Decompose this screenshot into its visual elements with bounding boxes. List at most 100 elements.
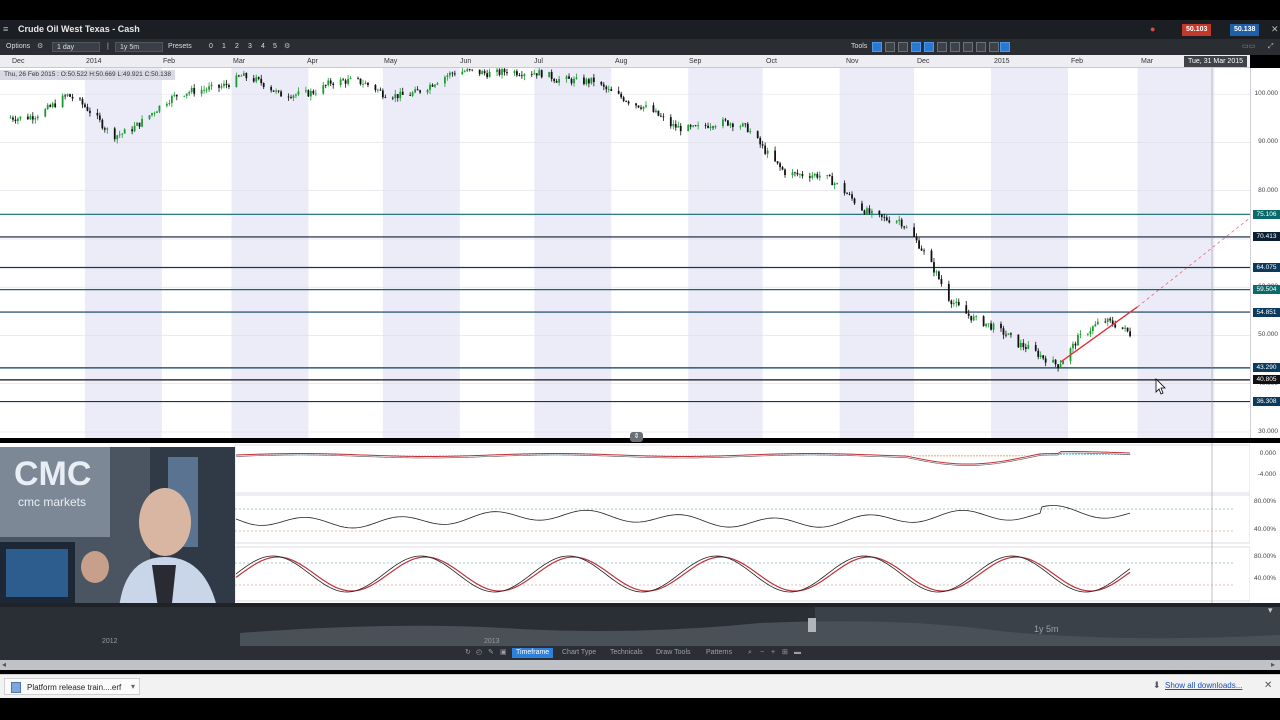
candle[interactable] (1094, 324, 1097, 327)
candle[interactable] (1027, 345, 1030, 349)
candle[interactable] (237, 75, 240, 77)
candle[interactable] (518, 75, 521, 77)
alert-icon[interactable]: ● (1150, 24, 1155, 34)
candle[interactable] (585, 79, 588, 85)
candle[interactable] (260, 78, 263, 84)
candle[interactable] (116, 135, 119, 140)
candle[interactable] (436, 83, 439, 85)
candle[interactable] (483, 71, 486, 74)
candle[interactable] (746, 123, 749, 133)
candle[interactable] (930, 250, 933, 263)
candle[interactable] (409, 94, 412, 96)
candle[interactable] (339, 79, 342, 86)
candle[interactable] (118, 134, 121, 136)
candle[interactable] (245, 73, 248, 79)
candle[interactable] (444, 76, 446, 84)
candle[interactable] (84, 104, 86, 107)
candle[interactable] (1042, 355, 1045, 359)
candle[interactable] (826, 174, 829, 176)
candle[interactable] (141, 118, 143, 127)
candle[interactable] (347, 78, 349, 84)
sell-price-button[interactable]: 50.103 (1182, 24, 1212, 36)
candle[interactable] (600, 82, 603, 85)
candle[interactable] (657, 110, 660, 116)
preset-0[interactable]: 0 (209, 42, 213, 52)
candle[interactable] (573, 78, 575, 84)
candle[interactable] (106, 128, 109, 130)
zoom-icon[interactable]: ⌕ (744, 648, 756, 658)
candle[interactable] (218, 84, 220, 88)
candle[interactable] (607, 89, 610, 90)
candle[interactable] (744, 123, 747, 125)
candle[interactable] (61, 95, 64, 108)
candle[interactable] (796, 172, 799, 175)
candle[interactable] (535, 73, 538, 76)
candle[interactable] (272, 90, 275, 92)
candle[interactable] (496, 69, 498, 72)
candle[interactable] (637, 105, 640, 108)
candle[interactable] (749, 131, 752, 133)
candle[interactable] (975, 316, 978, 318)
candle[interactable] (1109, 318, 1112, 321)
candle[interactable] (853, 198, 856, 204)
candle[interactable] (1000, 323, 1002, 329)
fibonacci-tool-icon[interactable] (950, 42, 960, 52)
candle[interactable] (652, 105, 655, 113)
expand-icon[interactable]: ⤢ (1268, 42, 1274, 52)
candle[interactable] (17, 118, 19, 122)
candle[interactable] (453, 73, 456, 75)
candle[interactable] (808, 176, 811, 178)
candle[interactable] (1034, 345, 1037, 351)
candle[interactable] (816, 173, 819, 178)
candle[interactable] (329, 80, 332, 84)
range-select[interactable]: 1y 5m (115, 42, 163, 52)
candle[interactable] (446, 75, 449, 77)
download-menu-icon[interactable]: ▾ (131, 682, 135, 691)
candle[interactable] (992, 323, 995, 330)
candle[interactable] (414, 89, 417, 93)
tab-technicals[interactable]: Technicals (606, 648, 647, 658)
candle[interactable] (938, 271, 940, 279)
candle[interactable] (31, 116, 34, 120)
candle[interactable] (568, 76, 570, 79)
candle[interactable] (481, 71, 484, 75)
candle[interactable] (677, 125, 680, 128)
candle[interactable] (741, 123, 744, 127)
candle[interactable] (367, 82, 369, 86)
candle[interactable] (468, 69, 471, 70)
candle[interactable] (101, 119, 104, 129)
candle[interactable] (970, 315, 973, 321)
candle[interactable] (555, 81, 558, 83)
candle[interactable] (883, 216, 886, 218)
candle[interactable] (692, 125, 695, 127)
candle[interactable] (463, 71, 466, 73)
preset-5[interactable]: 5 (273, 42, 277, 52)
candle[interactable] (225, 83, 228, 86)
candle[interactable] (419, 90, 421, 93)
candle[interactable] (290, 97, 292, 98)
percent-tool-icon[interactable] (885, 42, 895, 52)
candle[interactable] (848, 194, 851, 195)
candle[interactable] (86, 106, 89, 111)
close-window-icon[interactable]: ✕ (1271, 24, 1279, 35)
candle[interactable] (640, 107, 642, 109)
candle[interactable] (51, 103, 54, 107)
candle[interactable] (19, 116, 22, 119)
tab-draw-tools[interactable]: Draw Tools (652, 648, 695, 658)
candle[interactable] (871, 210, 873, 214)
candle[interactable] (220, 86, 223, 88)
panel-resize-handle[interactable]: ⇕ (630, 432, 643, 442)
candle[interactable] (1007, 333, 1010, 335)
candle[interactable] (659, 115, 662, 117)
candle[interactable] (913, 227, 916, 237)
candle[interactable] (153, 112, 156, 114)
candle[interactable] (190, 88, 193, 93)
candle[interactable] (933, 262, 935, 273)
candle[interactable] (121, 133, 124, 135)
candle[interactable] (759, 137, 762, 145)
candle[interactable] (1086, 333, 1089, 335)
candle[interactable] (151, 113, 153, 116)
candle[interactable] (71, 96, 74, 99)
candle[interactable] (811, 175, 814, 178)
candle[interactable] (309, 90, 312, 97)
